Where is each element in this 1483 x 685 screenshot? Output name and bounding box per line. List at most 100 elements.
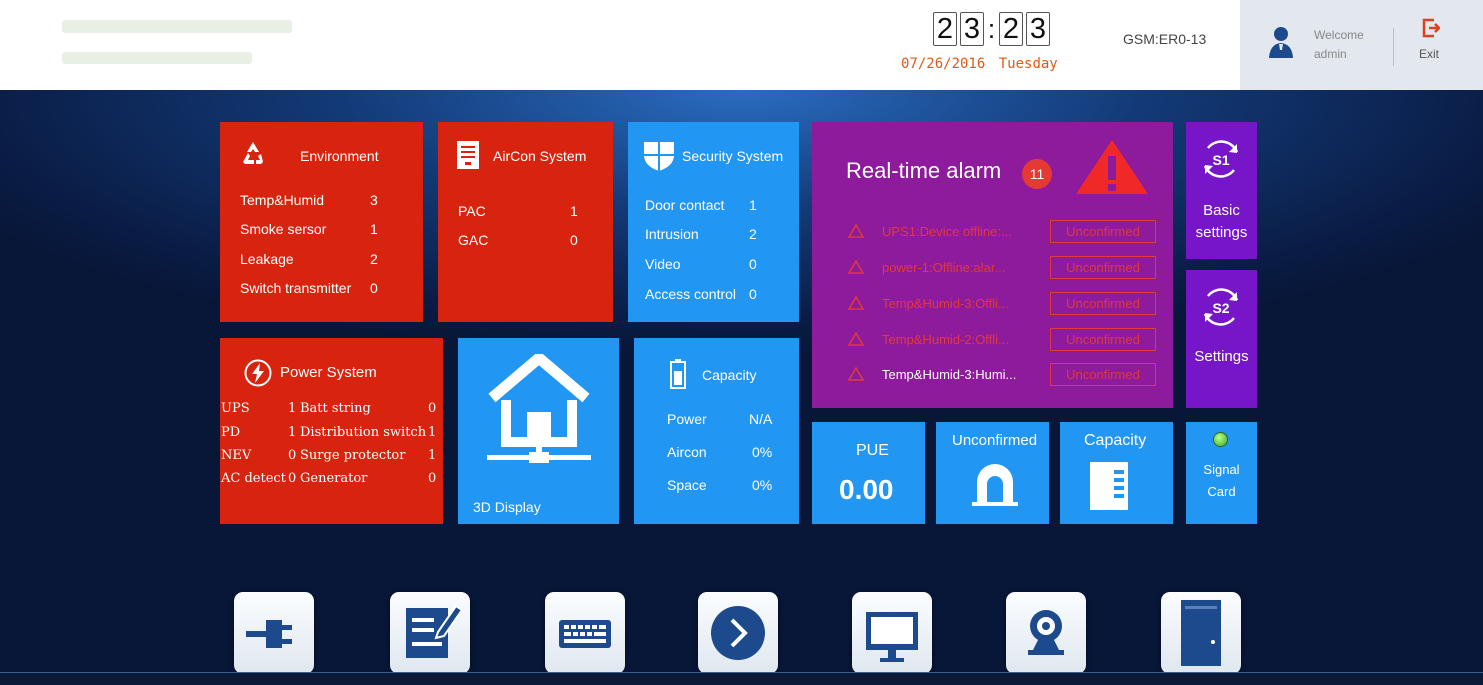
webcam-icon [1028, 610, 1064, 655]
date-display: 07/26/2016 Tuesday [901, 56, 1058, 72]
device-id: GSM:ER0-13 [1123, 31, 1207, 47]
alarm-row[interactable]: Temp&Humid-2:Offli... Unconfirmed [848, 328, 1158, 352]
dock-cabinet-button[interactable] [1161, 592, 1241, 674]
list-item-label: PAC [458, 203, 486, 219]
list-item-value: 2 [370, 251, 378, 267]
tile-label: Capacity [1084, 432, 1147, 449]
cabinet-icon [1181, 600, 1221, 666]
exit-button[interactable]: Exit [1419, 47, 1439, 61]
unconfirmed-button[interactable]: Unconfirmed [1050, 292, 1156, 315]
battery-icon [670, 359, 686, 389]
tile-label: Settings [1194, 348, 1249, 365]
monitor-icon [866, 612, 918, 662]
alarm-text: Temp&Humid-2:Offli... [882, 332, 1009, 347]
alarm-count-badge: 11 [1022, 159, 1052, 189]
status-led-icon [1213, 432, 1228, 447]
edit-icon [406, 604, 464, 658]
exit-icon[interactable] [1422, 18, 1440, 38]
unconfirmed-tile[interactable]: Unconfirmed [936, 422, 1049, 524]
lightning-icon [244, 359, 272, 387]
tile-title: Security System [682, 148, 784, 164]
dock-edit-button[interactable] [390, 592, 470, 674]
environment-tile[interactable]: Environment Temp&Humid 3 Smoke sersor 1 … [220, 122, 423, 322]
dock-webcam-button[interactable] [1006, 592, 1086, 674]
dashboard: Environment Temp&Humid 3 Smoke sersor 1 … [0, 90, 1483, 684]
recycle-icon [243, 142, 263, 164]
list-item-value: 0 [288, 471, 297, 486]
list-item-label: Power [667, 411, 707, 427]
3d-display-tile[interactable]: 3D Display [458, 338, 619, 524]
security-tile[interactable]: Security System Door contact 1 Intrusion… [628, 122, 799, 322]
list-item-value: 0 [428, 471, 437, 486]
tile-label: 3D Display [473, 499, 541, 515]
list-item-label: Video [645, 256, 681, 272]
magnet-icon [972, 464, 1018, 506]
alert-icon [848, 332, 864, 346]
dock-arrow-button[interactable] [698, 592, 778, 674]
unconfirmed-button[interactable]: Unconfirmed [1050, 220, 1156, 243]
list-item-value: 1 [570, 203, 578, 219]
dock-plug-button[interactable] [234, 592, 314, 674]
realtime-alarm-tile[interactable]: Real-time alarm 11 UPS1:Device offline:.… [812, 122, 1173, 408]
pue-tile[interactable]: PUE 0.00 [812, 422, 925, 524]
unconfirmed-button[interactable]: Unconfirmed [1050, 328, 1156, 351]
logo-subtitle [62, 52, 252, 64]
divider [1393, 28, 1394, 66]
settings-tile[interactable]: S2 Settings [1186, 270, 1257, 408]
unconfirmed-button[interactable]: Unconfirmed [1050, 256, 1156, 279]
pue-label: PUE [856, 442, 889, 459]
tile-label: Basic [1203, 202, 1240, 219]
tile-label: Unconfirmed [952, 432, 1038, 449]
list-item-value: 1 [749, 197, 757, 213]
list-item-label: Temp&Humid [240, 192, 325, 208]
alarm-row[interactable]: Temp&Humid-3:Humi... Unconfirmed [848, 363, 1158, 387]
alert-icon [848, 367, 864, 381]
s2-icon: S2 [1203, 288, 1239, 326]
header: 2 3 : 2 3 07/26/2016 Tuesday GSM:ER0-13 … [0, 0, 1483, 90]
user-icon [1269, 27, 1293, 58]
list-item-value: 0% [752, 477, 773, 493]
aircon-tile[interactable]: AirCon System PAC 1 GAC 0 [438, 122, 613, 322]
alert-icon [848, 296, 864, 310]
weekday: Tuesday [998, 56, 1058, 72]
alarm-row[interactable]: power-1:Offline:alar... Unconfirmed [848, 256, 1158, 280]
list-item-value: 0 [749, 256, 757, 272]
tile-label: settings [1195, 224, 1248, 241]
list-item-label: Generator [300, 471, 368, 486]
user-panel: Welcome admin Exit [1240, 0, 1483, 90]
clock: 2 3 : 2 3 [933, 12, 1053, 46]
alarm-text: UPS1:Device offline:... [882, 224, 1012, 239]
signal-card-tile[interactable]: Signal Card [1186, 422, 1257, 524]
list-item-label: Distribution switch [300, 425, 427, 440]
dock-monitor-button[interactable] [852, 592, 932, 674]
clock-digit: 3 [1026, 12, 1050, 46]
clock-separator: : [987, 13, 996, 44]
unconfirmed-button[interactable]: Unconfirmed [1050, 363, 1156, 386]
shield-icon [644, 142, 674, 171]
list-item-label: Batt string [300, 401, 371, 416]
alarm-row[interactable]: Temp&Humid-3:Offli... Unconfirmed [848, 292, 1158, 316]
house-network-icon [487, 354, 591, 463]
capacity-tile[interactable]: Capacity Power N/A Aircon 0% Space 0% [634, 338, 799, 524]
list-item-label: Aircon [667, 444, 707, 460]
list-item-label: Intrusion [645, 226, 699, 242]
list-item-value: 0% [752, 444, 773, 460]
username: admin [1314, 47, 1347, 61]
list-item-label: GAC [458, 232, 489, 248]
list-item-value: 3 [370, 192, 378, 208]
dock-keyboard-button[interactable] [545, 592, 625, 674]
keyboard-icon [559, 620, 611, 648]
basic-settings-tile[interactable]: S1 Basic settings [1186, 122, 1257, 259]
list-item-label: Door contact [645, 197, 725, 213]
list-item-label: Smoke sersor [240, 221, 327, 237]
capacity-card-tile[interactable]: Capacity [1060, 422, 1173, 524]
taskbar-strip [0, 672, 1483, 685]
alarm-row[interactable]: UPS1:Device offline:... Unconfirmed [848, 220, 1158, 244]
logo [62, 20, 292, 33]
list-item-label: AC detect [221, 471, 286, 486]
s1-label: S1 [1212, 152, 1229, 168]
list-item-label: Space [667, 477, 707, 493]
tile-title: Environment [300, 148, 379, 164]
power-system-tile[interactable]: Power System UPS 1 Batt string 0 PD 1 Di… [220, 338, 443, 524]
list-item-value: 2 [749, 226, 757, 242]
